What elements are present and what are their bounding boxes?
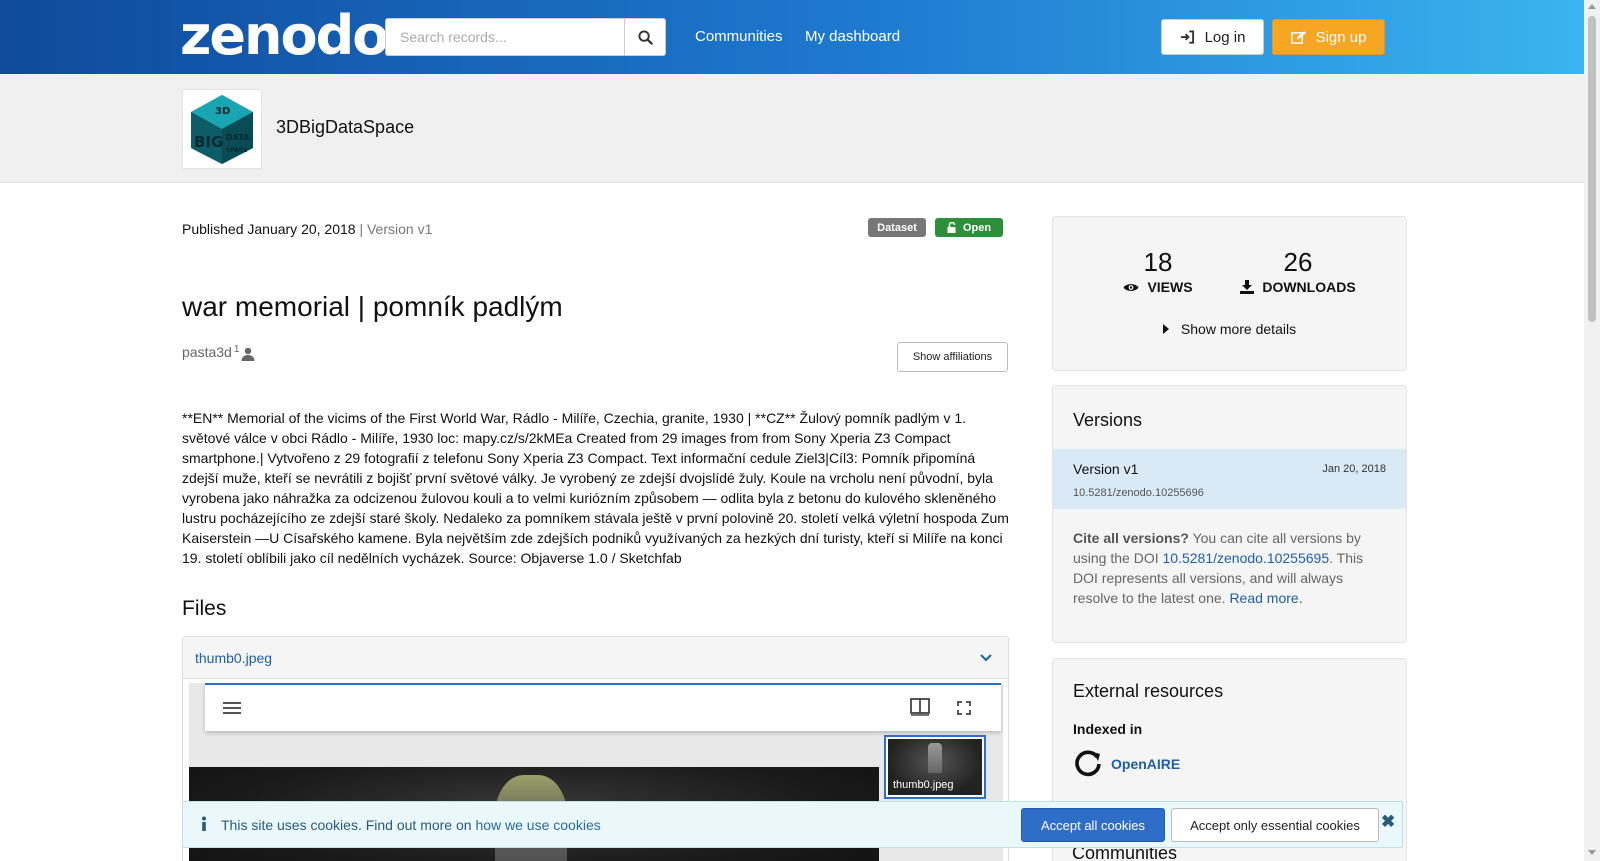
affiliation-ref: 1 <box>233 344 240 355</box>
scroll-down-arrow-icon[interactable] <box>1588 850 1596 855</box>
scroll-thumb[interactable] <box>1588 16 1596 322</box>
nav-dashboard-link[interactable]: My dashboard <box>805 28 900 45</box>
cite-all-versions: Cite all versions? You can cite all vers… <box>1073 528 1388 608</box>
download-icon <box>1240 280 1255 294</box>
resource-type-badge: Dataset <box>868 218 926 237</box>
show-more-details-toggle[interactable]: Show more details <box>1053 321 1406 337</box>
record-description: **EN** Memorial of the vicims of the Fir… <box>182 410 1009 566</box>
external-resources-heading: External resources <box>1073 681 1224 701</box>
downloads-count: 26 <box>1283 247 1313 277</box>
signup-button[interactable]: Sign up <box>1272 19 1385 55</box>
sign-in-icon <box>1180 30 1194 44</box>
close-icon[interactable]: ✖ <box>1381 812 1395 832</box>
views-stat: 18 VIEWS <box>1093 247 1223 295</box>
svg-text:3D: 3D <box>215 106 230 117</box>
book-view-icon[interactable] <box>910 698 930 716</box>
cookie-message: This site uses cookies. Find out more on… <box>221 817 601 833</box>
version-name-link[interactable]: Version v1 <box>1073 461 1138 477</box>
version-date: Jan 20, 2018 <box>1322 463 1386 475</box>
unlock-icon <box>947 222 956 233</box>
access-label: Open <box>962 221 992 234</box>
caret-right-icon <box>1162 324 1169 334</box>
community-name[interactable]: 3DBigDataSpace <box>276 117 414 138</box>
version-doi: 10.5281/zenodo.10255696 <box>1073 487 1204 499</box>
thumbnail-image: thumb0.jpeg <box>888 739 982 795</box>
community-cube-logo: 3D BIG DATA SPACE <box>191 95 253 164</box>
community-header: 3D BIG DATA SPACE 3DBigDataSpace <box>0 74 1584 183</box>
cookie-policy-link[interactable]: how we use cookies <box>475 817 600 833</box>
creator-name[interactable]: pasta3d <box>182 344 232 360</box>
top-navbar: zenodo Communities My dashboard Log in S… <box>0 0 1584 74</box>
accept-all-cookies-button[interactable]: Accept all cookies <box>1021 808 1165 842</box>
published-date: Published January 20, 2018 <box>182 221 356 237</box>
svg-text:DATA: DATA <box>226 133 250 142</box>
info-icon <box>202 816 206 831</box>
file-preview-header[interactable]: thumb0.jpeg <box>183 637 1008 679</box>
svg-text:BIG: BIG <box>194 133 223 151</box>
cite-doi-link[interactable]: 10.5281/zenodo.10255695 <box>1163 550 1330 566</box>
page-scrollbar[interactable] <box>1584 0 1600 861</box>
files-heading: Files <box>182 597 227 620</box>
openaire-label[interactable]: OpenAIRE <box>1111 756 1180 772</box>
zenodo-logo[interactable]: zenodo <box>180 6 389 66</box>
views-count: 18 <box>1143 247 1173 277</box>
versions-card: Versions Version v1 Jan 20, 2018 10.5281… <box>1052 385 1407 643</box>
search-icon <box>637 29 653 45</box>
show-affiliations-button[interactable]: Show affiliations <box>897 342 1008 372</box>
views-label: VIEWS <box>1147 279 1193 295</box>
eye-icon <box>1123 283 1139 291</box>
read-more-link[interactable]: Read more. <box>1229 590 1302 606</box>
viewer-toolbar <box>205 683 1001 731</box>
login-label: Log in <box>1204 28 1246 46</box>
downloads-label: DOWNLOADS <box>1262 279 1356 295</box>
indexed-in-label: Indexed in <box>1073 721 1143 737</box>
openaire-link[interactable]: OpenAIRE <box>1073 749 1180 779</box>
access-badge: Open <box>935 218 1003 237</box>
thumbnail-label: thumb0.jpeg <box>893 779 954 791</box>
cookie-banner: This site uses cookies. Find out more on… <box>182 801 1403 848</box>
fullscreen-icon[interactable] <box>957 701 971 715</box>
search-button[interactable] <box>624 18 666 56</box>
version-label: | Version v1 <box>359 221 433 237</box>
accept-essential-cookies-button[interactable]: Accept only essential cookies <box>1171 808 1379 842</box>
versions-heading: Versions <box>1073 410 1143 430</box>
version-item[interactable]: Version v1 Jan 20, 2018 10.5281/zenodo.1… <box>1053 449 1406 509</box>
login-button[interactable]: Log in <box>1161 19 1264 55</box>
chevron-down-icon[interactable] <box>980 653 992 662</box>
svg-text:SPACE: SPACE <box>226 147 247 154</box>
menu-icon[interactable] <box>223 701 241 715</box>
record-title: war memorial | pomník padlým <box>182 291 563 322</box>
openaire-logo-icon <box>1075 750 1101 777</box>
nav-communities-link[interactable]: Communities <box>695 28 783 45</box>
published-line: Published January 20, 2018 | Version v1 <box>182 221 432 237</box>
user-icon <box>241 347 255 361</box>
file-name-link[interactable]: thumb0.jpeg <box>195 650 272 666</box>
search-input[interactable] <box>385 18 625 56</box>
community-logo[interactable]: 3D BIG DATA SPACE <box>182 89 262 169</box>
show-more-details-label: Show more details <box>1180 321 1297 337</box>
stats-card: 18 VIEWS 26 DOWNLOADS Show more details <box>1052 216 1407 371</box>
cookie-text: This site uses cookies. Find out more on <box>221 817 476 833</box>
edit-icon <box>1290 30 1306 44</box>
signup-label: Sign up <box>1315 28 1367 46</box>
cite-bold: Cite all versions? <box>1073 530 1189 546</box>
downloads-stat: 26 DOWNLOADS <box>1233 247 1363 295</box>
scroll-up-arrow-icon[interactable] <box>1588 4 1596 9</box>
thumbnail-selected[interactable]: thumb0.jpeg <box>884 735 986 799</box>
creator[interactable]: pasta3d 1 <box>182 344 255 361</box>
